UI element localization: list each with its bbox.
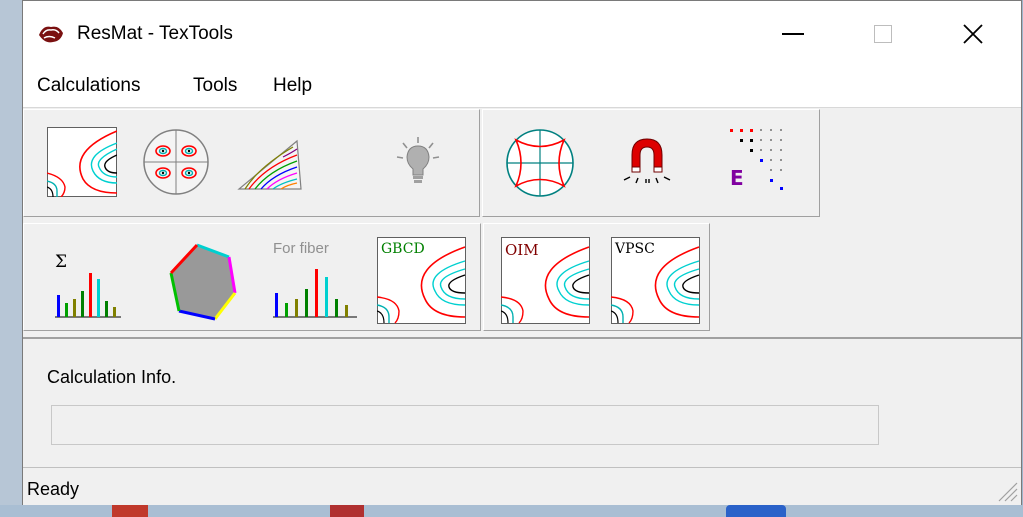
odf-contour-icon: [47, 127, 117, 197]
polygon-button[interactable]: [160, 236, 237, 321]
stereographic-net-icon: [506, 129, 574, 197]
status-text: Ready: [27, 479, 80, 499]
desktop-background: [0, 0, 22, 517]
pole-figure-button[interactable]: [138, 124, 214, 200]
gbcd-label: GBCD: [381, 241, 425, 257]
minimize-button[interactable]: [763, 11, 823, 57]
desktop-icon-fragment: [112, 505, 148, 517]
toolbar-row-1: E: [23, 109, 820, 219]
minimize-icon: [782, 33, 804, 35]
desktop-icon-fragment: [330, 505, 364, 517]
calculation-info-panel: Calculation Info.: [23, 337, 1021, 466]
vpsc-button[interactable]: VPSC: [608, 234, 700, 324]
toolbar-group-tools: E: [482, 109, 820, 217]
menu-tools[interactable]: Tools: [191, 75, 239, 97]
desktop-taskbar-strip: [0, 505, 1023, 517]
inverse-pole-figure-button[interactable]: [232, 124, 308, 200]
gbcd-contour-icon: GBCD: [377, 237, 466, 324]
maximize-button[interactable]: [853, 11, 913, 57]
elastic-dots-button[interactable]: E: [721, 120, 797, 196]
magnet-icon: [623, 138, 671, 184]
window-title: ResMat - TexTools: [77, 23, 233, 44]
sigma-label: Σ: [55, 252, 67, 272]
vpsc-label: VPSC: [614, 241, 655, 257]
magnet-button[interactable]: [609, 124, 685, 200]
close-button[interactable]: [943, 11, 1003, 57]
toolbar-group-external: OIM VPSC: [483, 223, 710, 331]
gbcd-button[interactable]: GBCD: [374, 234, 466, 324]
toolbar-group-statistics: Σ For fiber GBCD: [23, 223, 481, 331]
calculation-info-label: Calculation Info.: [47, 367, 177, 387]
sum-histogram-button[interactable]: Σ: [48, 234, 124, 318]
app-logo-icon: [39, 26, 63, 43]
odf-contour-button[interactable]: [44, 124, 120, 200]
fiber-histogram-icon: For fiber: [273, 240, 357, 318]
title-bar[interactable]: ResMat - TexTools: [23, 1, 1021, 67]
fiber-histogram-button[interactable]: For fiber: [264, 230, 357, 318]
status-bar: Ready: [23, 467, 1021, 505]
inverse-pole-figure-icon: [237, 139, 302, 190]
resize-grip-icon[interactable]: [995, 479, 1019, 503]
stereographic-net-button[interactable]: [499, 124, 575, 200]
oim-label: OIM: [505, 241, 539, 259]
app-window: ResMat - TexTools Calculations Tools Hel…: [22, 0, 1022, 505]
elastic-e-icon: E: [730, 129, 783, 190]
hexagon-icon: [169, 243, 237, 321]
progress-bar: [51, 405, 879, 445]
oim-button[interactable]: OIM: [498, 234, 590, 324]
menu-bar: Calculations Tools Help: [23, 67, 1021, 108]
maximize-icon: [874, 25, 892, 43]
menu-help[interactable]: Help: [271, 75, 314, 97]
toolbar-group-analysis: [23, 109, 480, 217]
lightbulb-icon: [396, 137, 440, 183]
menu-calculations[interactable]: Calculations: [35, 75, 143, 97]
fiber-label: For fiber: [273, 240, 329, 257]
lightbulb-button[interactable]: [380, 124, 456, 200]
oim-contour-icon: OIM: [501, 237, 590, 324]
pole-figure-icon: [143, 129, 209, 195]
close-icon: [963, 24, 983, 44]
toolbar-row-2: Σ For fiber GBCD OIM VPSC: [23, 223, 710, 333]
elastic-e-letter: E: [730, 166, 744, 190]
sigma-histogram-icon: Σ: [55, 252, 121, 318]
vpsc-contour-icon: VPSC: [611, 237, 700, 324]
desktop-icon-fragment: [726, 505, 786, 517]
